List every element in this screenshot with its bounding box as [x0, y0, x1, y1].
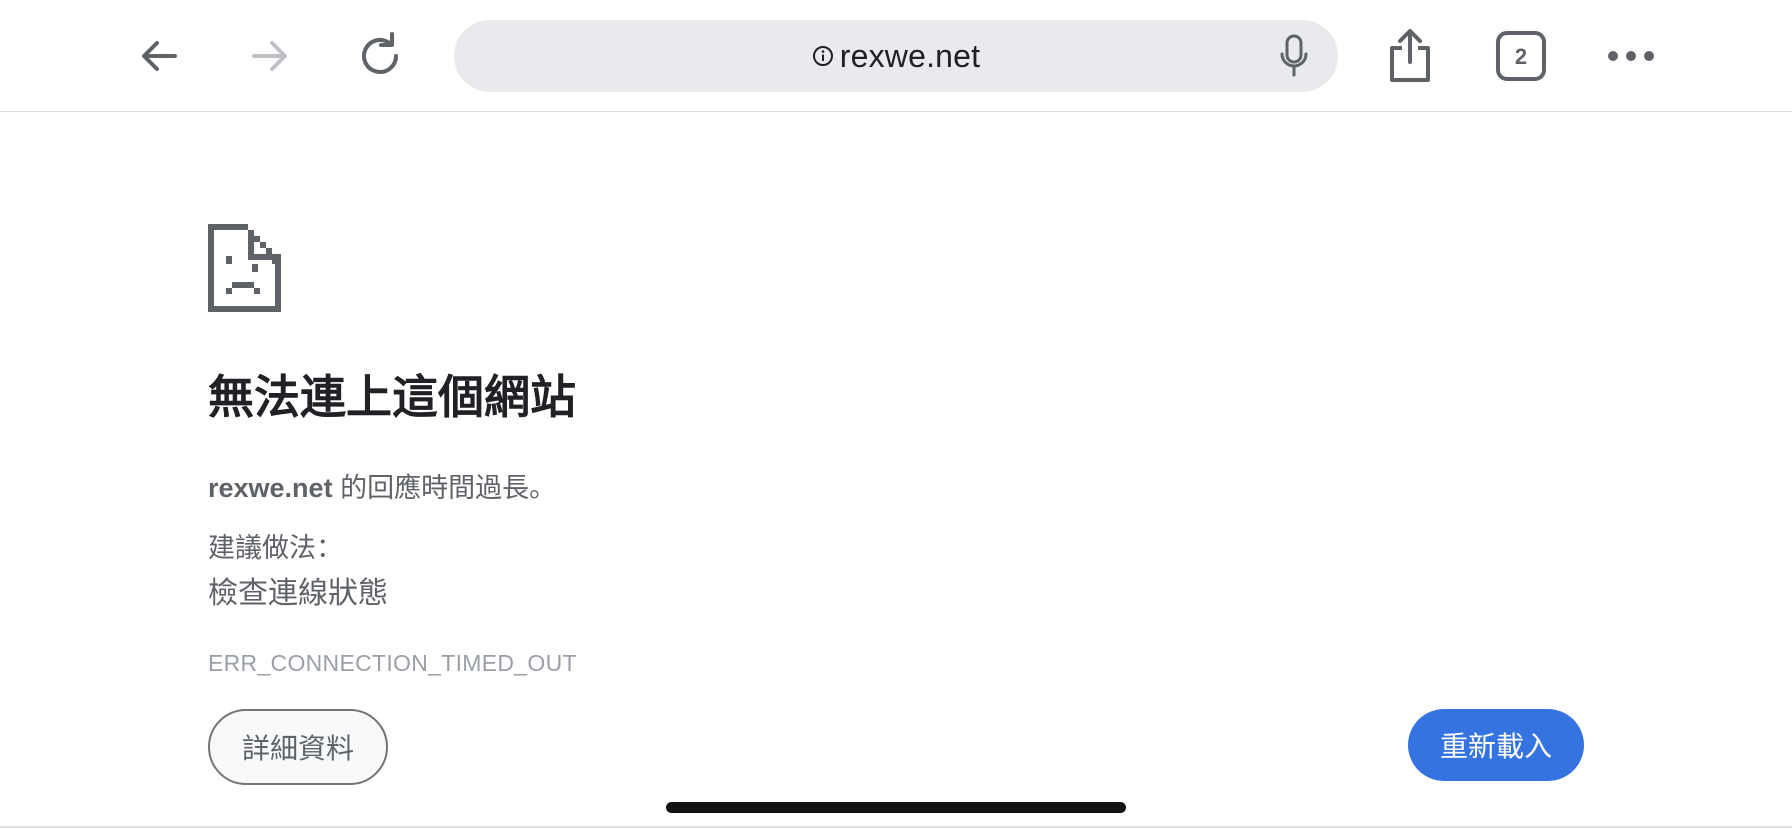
reload-button[interactable]	[344, 20, 416, 92]
suggestion-check-connection: 檢查連線狀態	[208, 577, 388, 610]
arrow-right-icon	[252, 41, 287, 71]
forward-button[interactable]	[234, 20, 306, 92]
reload-page-button[interactable]: 重新載入	[1408, 709, 1584, 781]
error-heading: 無法連上這個網站	[208, 371, 576, 423]
error-code: ERR_CONNECTION_TIMED_OUT	[208, 650, 577, 676]
home-indicator[interactable]	[666, 802, 1126, 813]
error-summary-text: 的回應時間過長。	[332, 473, 557, 503]
error-summary: rexwe.net 的回應時間過長。	[208, 466, 556, 505]
info-icon	[812, 46, 833, 66]
more-horizontal-icon	[1608, 51, 1654, 61]
tab-count: 2	[1515, 44, 1527, 69]
reload-icon	[362, 32, 398, 74]
details-button[interactable]: 詳細資料	[208, 709, 388, 785]
arrow-left-icon	[142, 41, 177, 71]
voice-search-button[interactable]	[1270, 32, 1318, 80]
error-host: rexwe.net	[208, 473, 333, 503]
tabs-icon: 2	[1496, 31, 1546, 81]
microphone-icon	[1280, 34, 1308, 77]
url-text: rexwe.net	[839, 37, 981, 74]
tab-switcher-button[interactable]: 2	[1485, 20, 1557, 92]
address-bar[interactable]: rexwe.net	[454, 20, 1338, 92]
back-button[interactable]	[123, 20, 195, 92]
address-bar-content: rexwe.net	[454, 20, 1338, 92]
share-icon	[1390, 29, 1430, 82]
more-menu-button[interactable]	[1595, 20, 1667, 92]
suggestions-label: 建議做法：	[208, 533, 343, 563]
browser-toolbar: rexwe.net 2	[0, 0, 1792, 112]
sad-page-icon	[208, 224, 281, 312]
share-button[interactable]	[1374, 20, 1446, 92]
